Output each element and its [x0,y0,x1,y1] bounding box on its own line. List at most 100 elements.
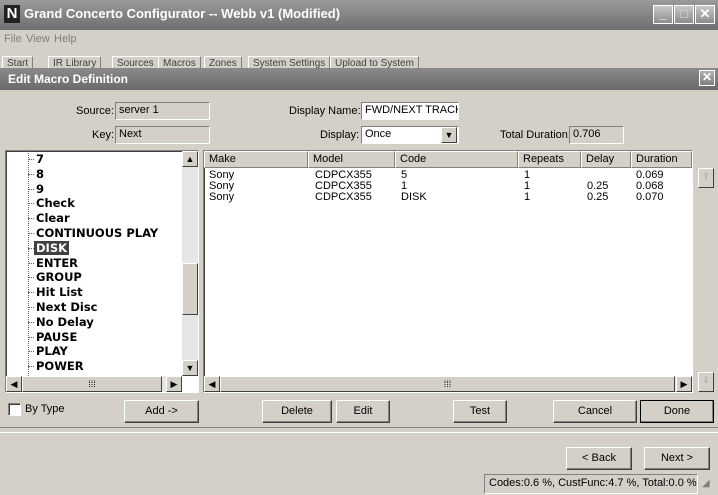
tree-connector [28,262,34,264]
close-icon: ✕ [701,70,713,84]
source-label: Source: [76,105,114,117]
app-title: Grand Concerto Configurator -- Webb v1 (… [24,6,341,21]
by-type-label: By Type [25,403,65,415]
tree-item[interactable]: 8 [36,167,44,181]
test-button[interactable]: Test [453,400,507,423]
tree-connector [28,366,34,368]
column-header-code[interactable]: Code [395,151,518,168]
cell-make: Sony [209,191,235,203]
tree-item[interactable]: PLAY [36,344,68,358]
cell-delay: 0.25 [587,191,609,203]
menu-view[interactable]: View [26,33,50,45]
tree-item[interactable]: ENTER [36,256,78,270]
edit-button[interactable]: Edit [336,400,390,423]
tab-sources[interactable]: Sources [112,56,159,68]
tree-item[interactable]: GROUP [36,270,82,284]
key-field: Next [115,126,210,144]
dialog-bottom-edge [0,427,718,433]
done-button[interactable]: Done [640,400,714,423]
display-label: Display: [320,129,360,141]
tree-connector [28,351,34,353]
tree-item[interactable]: Check [36,196,75,210]
tree-connector [28,233,34,234]
display-name-label: Display Name: [289,105,361,117]
minimize-button[interactable]: _ [653,5,673,24]
scroll-left-icon[interactable]: ◀ [204,376,220,392]
tree-item[interactable]: Next Disc [36,300,98,314]
menu-help[interactable]: Help [54,33,77,45]
tree-item[interactable]: 7 [36,152,44,166]
maximize-button[interactable]: □ [674,5,694,24]
tree-hscrollbar[interactable]: ◀ ⁞⁞⁞ ▶ [6,376,182,392]
column-header-delay[interactable]: Delay [581,151,631,168]
cancel-button[interactable]: Cancel [553,400,637,423]
dialog-titlebar: Edit Macro Definition ✕ [0,68,718,90]
back-button[interactable]: < Back [566,447,632,470]
menu-file[interactable]: File [4,33,22,45]
app-tab-strip: Start IR Library Sources Macros Zones Sy… [0,48,718,68]
tree-connector [28,159,34,160]
tree-connector [28,188,34,190]
tree-connector [28,218,34,220]
tree-item[interactable]: No Delay [36,315,94,329]
tree-connector [28,307,34,308]
tree-item[interactable]: CONTINUOUS PLAY [36,226,158,240]
column-header-model[interactable]: Model [308,151,395,168]
close-app-button[interactable]: ✕ [695,5,715,24]
scroll-right-icon[interactable]: ▶ [166,376,182,392]
cell-code: DISK [401,191,427,203]
scroll-left-icon[interactable]: ◀ [6,376,22,392]
column-header-duration[interactable]: Duration [631,151,692,168]
column-header-make[interactable]: Make [204,151,308,168]
dialog-title: Edit Macro Definition [8,72,128,86]
app-titlebar: N Grand Concerto Configurator -- Webb v1… [0,0,718,30]
key-tree-list[interactable]: 7 8 9 Check Clear CONTINUOUS PLAY DISK ENTER GRO… [5,150,199,393]
app-logo: N [4,5,20,23]
chevron-down-icon[interactable]: ▼ [441,127,457,143]
table-row[interactable]: Sony CDPCX355 1 1 0.25 0.068 [204,180,692,192]
tab-zones[interactable]: Zones [204,56,242,68]
scroll-right-icon[interactable]: ▶ [676,376,692,392]
cell-model: CDPCX355 [315,191,372,203]
tree-item[interactable]: PAUSE [36,330,77,344]
tree-item[interactable]: Clear [36,211,70,225]
display-name-input[interactable]: FWD/NEXT TRACK [361,102,459,120]
tree-hscroll-thumb[interactable]: ⁞⁞⁞ [22,376,162,392]
tab-upload-to-system[interactable]: Upload to System [330,56,419,68]
tab-macros[interactable]: Macros [158,56,201,68]
scroll-down-icon[interactable]: ▼ [182,360,198,376]
table-hscrollbar[interactable]: ◀ ⁞⁞⁞ ▶ [204,376,692,392]
tree-connector [28,277,34,279]
source-field: server 1 [115,102,210,120]
move-down-icon[interactable]: ⇩ [698,372,714,392]
tree-connector [28,203,34,205]
move-up-icon[interactable]: ⇧ [698,168,714,188]
resize-grip-icon[interactable]: ◢ [702,478,710,489]
tree-item[interactable]: POWER [36,359,84,373]
delete-button[interactable]: Delete [262,400,332,423]
table-row[interactable]: Sony CDPCX355 5 1 0.069 [204,169,692,181]
total-duration-field: 0.706 [569,126,624,144]
tree-scroll-thumb[interactable] [182,263,198,315]
macro-table[interactable]: Make Model Code Repeats Delay Duration S… [203,150,693,393]
tree-vscrollbar[interactable]: ▲ ▼ [182,151,198,376]
tree-item[interactable]: Hit List [36,285,83,299]
tree-item[interactable]: 9 [36,182,44,196]
tree-connector [28,336,34,338]
tree-item[interactable]: DISK [34,240,70,255]
dialog-close-button[interactable]: ✕ [699,70,715,86]
next-button[interactable]: Next > [644,447,710,470]
table-row[interactable]: Sony CDPCX355 DISK 1 0.25 0.070 [204,191,692,203]
tab-start[interactable]: Start [2,56,34,68]
add-button[interactable]: Add -> [124,400,199,423]
scroll-up-icon[interactable]: ▲ [182,151,198,167]
display-select-value: Once [365,128,392,140]
total-duration-label: Total Duration: [500,129,571,141]
column-header-repeats[interactable]: Repeats [518,151,581,168]
tree-connector [28,173,34,175]
tree-connector [28,292,34,294]
tab-ir-library[interactable]: IR Library [48,56,102,68]
tab-system-settings[interactable]: System Settings [248,56,331,68]
table-hscroll-thumb[interactable]: ⁞⁞⁞ [220,376,675,392]
by-type-checkbox[interactable] [8,403,21,416]
